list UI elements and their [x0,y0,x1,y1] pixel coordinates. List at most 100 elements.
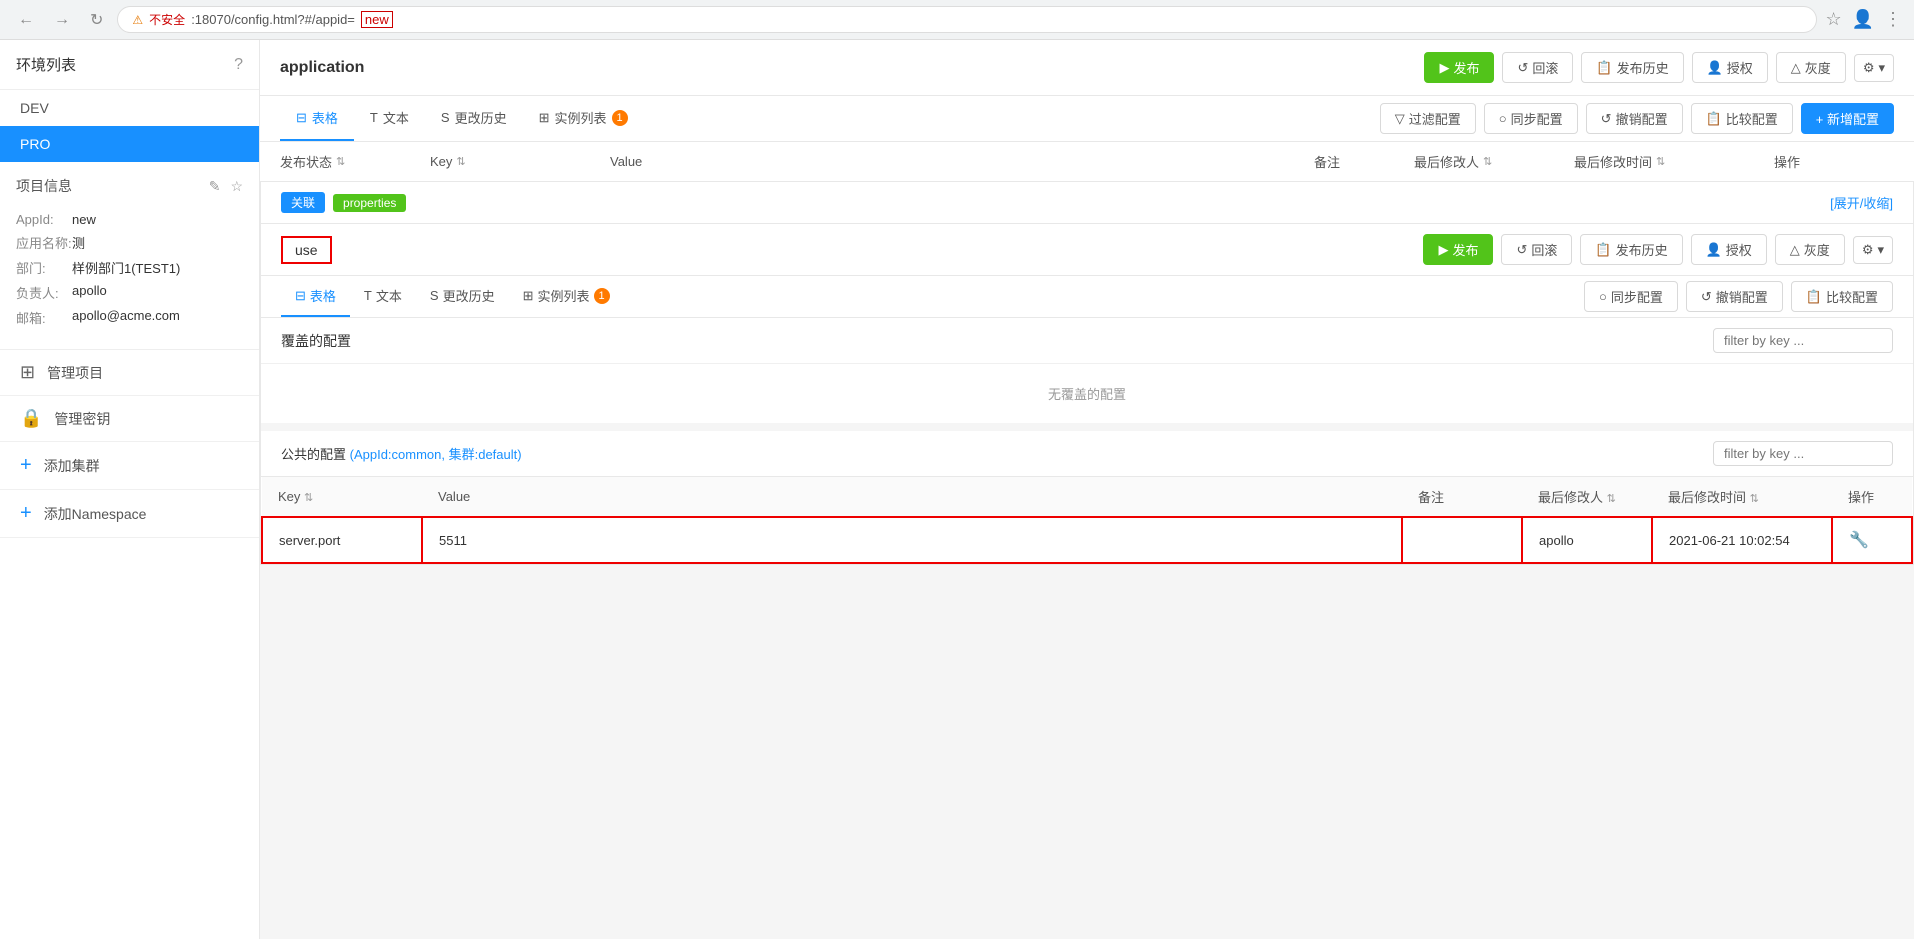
tab-table[interactable]: ⊟ 表格 [280,96,354,141]
dept-label: 部门: [16,258,72,277]
inner-authorize-button[interactable]: 👤 授权 [1691,234,1767,265]
inner-gear-icon: ⚙ [1862,242,1874,258]
row-key: server.port [262,517,422,563]
public-th-value: Value [422,477,1402,517]
browser-icons: ☆ 👤 ⋮ [1825,9,1902,30]
row-action: 🔧 [1832,517,1912,563]
public-config-appid-link[interactable]: (AppId:common, 集群:default) [350,447,522,462]
sidebar-item-add-cluster[interactable]: + 添加集群 [0,442,259,490]
add-config-button[interactable]: + 新增配置 [1801,103,1894,134]
inner-authorize-icon: 👤 [1706,242,1722,258]
th-action: 操作 [1774,152,1894,171]
sidebar-item-manage-key[interactable]: 🔒 管理密钥 [0,396,259,442]
revoke-config-button[interactable]: ↺ 撤销配置 [1586,103,1683,134]
main-tab-actions: ▽ 过滤配置 ○ 同步配置 ↺ 撤销配置 📋 比较配置 + 新增配置 [1380,103,1894,134]
authorize-icon: 👤 [1707,60,1723,76]
inner-publish-icon: ▶ [1438,242,1448,258]
public-sort-modifier-icon[interactable]: ⇅ [1607,493,1616,505]
help-icon[interactable]: ? [234,56,243,74]
sort-modifier-icon[interactable]: ⇅ [1483,155,1492,168]
properties-tag: properties [333,194,406,212]
inner-settings-button[interactable]: ⚙ ▾ [1853,236,1893,264]
inner-sync-button[interactable]: ○ 同步配置 [1584,281,1678,312]
inner-compare-button[interactable]: 📋 比较配置 [1791,281,1893,312]
url-highlight: new [361,11,393,28]
public-sort-key-icon[interactable]: ⇅ [304,492,313,504]
manage-project-icon: ⊞ [20,362,35,383]
expand-collapse-button[interactable]: [展开/收缩] [1830,193,1893,212]
inner-rollback-button[interactable]: ↺ 回滚 [1501,234,1572,265]
row-tool-icon[interactable]: 🔧 [1849,532,1869,549]
inner-rollback-icon: ↺ [1516,242,1527,258]
inner-tab-actions: ○ 同步配置 ↺ 撤销配置 📋 比较配置 [1584,281,1893,312]
inner-tab-table[interactable]: ⊟ 表格 [281,276,350,317]
owner-value: apollo [72,283,107,302]
email-label: 邮箱: [16,308,72,327]
inner-publish-button[interactable]: ▶ 发布 [1423,234,1493,265]
sync-config-button[interactable]: ○ 同步配置 [1484,103,1578,134]
public-sort-time-icon[interactable]: ⇅ [1750,493,1759,505]
public-config-table-header: Key ⇅ Value 备注 最后修改人 ⇅ [262,477,1912,517]
forward-button[interactable]: → [48,9,76,31]
back-button[interactable]: ← [12,9,40,31]
inner-tab-bar: ⊟ 表格 T 文本 S 更改历史 ⊞ 实例列表 [261,276,1913,318]
history-tab-icon: S [441,110,450,125]
grayscale-button[interactable]: △ 灰度 [1776,52,1846,83]
sidebar-item-add-namespace[interactable]: + 添加Namespace [0,490,259,538]
env-item-pro[interactable]: PRO [0,126,259,162]
sort-key-icon[interactable]: ⇅ [456,155,465,168]
inner-tab-text[interactable]: T 文本 [350,276,416,317]
no-coverage-text: 无覆盖的配置 [261,363,1913,423]
address-bar[interactable]: ⚠ 不安全 :18070/config.html?#/appid= new [117,6,1817,33]
inner-grayscale-button[interactable]: △ 灰度 [1775,234,1845,265]
public-config-table: Key ⇅ Value 备注 最后修改人 ⇅ [261,477,1913,564]
inner-instances-badge: 1 [594,288,610,304]
inner-revoke-button[interactable]: ↺ 撤销配置 [1686,281,1783,312]
filter-config-button[interactable]: ▽ 过滤配置 [1380,103,1476,134]
revoke-icon: ↺ [1601,111,1612,127]
url-middle: :18070/config.html?#/appid= [191,12,355,27]
publish-history-button[interactable]: 📋 发布历史 [1581,52,1683,83]
tab-text[interactable]: T 文本 [354,96,425,141]
owner-label: 负责人: [16,283,72,302]
add-namespace-label: 添加Namespace [44,504,147,524]
project-info-section: 项目信息 ✎ ☆ [0,162,259,204]
publish-history-icon: 📋 [1596,60,1612,76]
edit-icon[interactable]: ✎ [209,178,221,195]
public-config-title: 公共的配置 (AppId:common, 集群:default) [281,444,522,463]
inner-tab-history[interactable]: S 更改历史 [416,276,509,317]
tab-instances[interactable]: ⊞ 实例列表 1 [523,96,644,141]
user-icon[interactable]: 👤 [1852,9,1874,30]
appid-value: new [72,212,96,227]
star-icon[interactable]: ☆ [230,178,243,195]
tab-history[interactable]: S 更改历史 [425,96,523,141]
guanlian-tag: 关联 [281,192,325,213]
bookmark-icon[interactable]: ☆ [1825,9,1841,30]
manage-key-label: 管理密钥 [54,409,110,429]
env-item-dev[interactable]: DEV [0,90,259,126]
public-config-header: 公共的配置 (AppId:common, 集群:default) [261,431,1913,477]
manage-key-icon: 🔒 [20,408,42,429]
inner-tab-instances[interactable]: ⊞ 实例列表 1 [509,276,624,317]
sidebar-item-manage-project[interactable]: ⊞ 管理项目 [0,350,259,396]
inner-table-icon: ⊟ [295,288,306,304]
sort-publish-icon[interactable]: ⇅ [336,155,345,168]
reload-button[interactable]: ↻ [84,8,109,32]
inner-publish-history-icon: 📋 [1595,242,1611,258]
coverage-label: 覆盖的配置 [281,331,351,351]
text-tab-icon: T [370,110,378,125]
browser-bar: ← → ↻ ⚠ 不安全 :18070/config.html?#/appid= … [0,0,1914,40]
menu-icon[interactable]: ⋮ [1884,9,1902,30]
coverage-filter-input[interactable] [1713,328,1893,353]
dept-row: 部门: 样例部门1(TEST1) [16,258,243,277]
sort-time-icon[interactable]: ⇅ [1656,155,1665,168]
public-config-filter-input[interactable] [1713,441,1893,466]
publish-button[interactable]: ▶ 发布 [1424,52,1494,83]
grayscale-icon: △ [1791,60,1801,76]
instances-badge: 1 [612,110,628,126]
authorize-button[interactable]: 👤 授权 [1692,52,1768,83]
settings-button[interactable]: ⚙ ▾ [1854,54,1894,82]
inner-publish-history-button[interactable]: 📋 发布历史 [1580,234,1682,265]
compare-config-button[interactable]: 📋 比较配置 [1691,103,1793,134]
rollback-button[interactable]: ↺ 回滚 [1502,52,1573,83]
